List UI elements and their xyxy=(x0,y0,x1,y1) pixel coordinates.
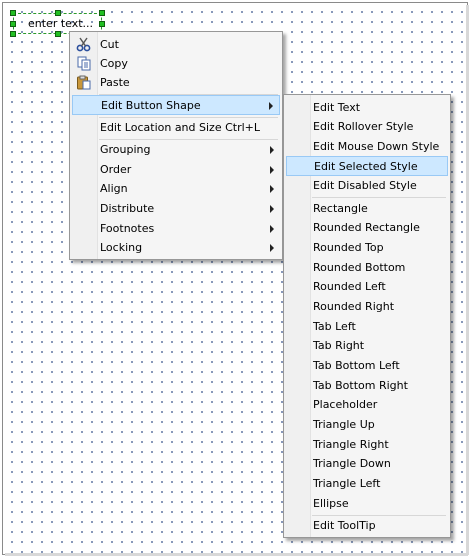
menu-item-shortcut: Ctrl+L xyxy=(225,121,260,134)
menu-item-paste[interactable]: Paste xyxy=(72,73,280,92)
submenu-item-label: Tab Bottom Right xyxy=(313,379,408,392)
resize-handle-bottom[interactable] xyxy=(55,31,61,37)
menu-item-edit-button-shape[interactable]: Edit Button Shape xyxy=(72,95,280,115)
submenu-item-label: Rounded Bottom xyxy=(313,261,406,274)
resize-handle-top[interactable] xyxy=(55,10,61,16)
menu-item-copy-label: Copy xyxy=(100,57,128,70)
resize-handle-right[interactable] xyxy=(99,21,105,27)
submenu-item-label: Rounded Top xyxy=(313,241,384,254)
resize-handle-top-left[interactable] xyxy=(10,10,16,16)
submenu-item-rounded-left[interactable]: Rounded Left xyxy=(286,277,448,296)
submenu-item-label: Rounded Rectangle xyxy=(313,221,420,234)
canvas-shadow-right xyxy=(466,5,469,555)
menu-item-distribute-label: Distribute xyxy=(100,202,155,215)
button-shape-text: enter text... xyxy=(28,17,94,30)
submenu-item-label: Placeholder xyxy=(313,398,378,411)
submenu-item-edit-tooltip[interactable]: Edit ToolTip xyxy=(286,516,448,535)
menu-item-order[interactable]: Order xyxy=(72,160,280,179)
submenu-item-tab-bottom-left[interactable]: Tab Bottom Left xyxy=(286,356,448,375)
submenu-item-label: Edit Selected Style xyxy=(314,160,418,173)
submenu-item-edit-text[interactable]: Edit Text xyxy=(286,98,448,117)
submenu-arrow-icon xyxy=(269,102,273,110)
menu-item-order-label: Order xyxy=(100,163,132,176)
submenu-arrow-icon xyxy=(270,205,274,213)
menu-separator xyxy=(312,197,446,198)
submenu-item-label: Triangle Up xyxy=(313,418,375,431)
menu-item-paste-label: Paste xyxy=(100,76,130,89)
submenu-item-rounded-rectangle[interactable]: Rounded Rectangle xyxy=(286,218,448,237)
submenu-item-tab-bottom-right[interactable]: Tab Bottom Right xyxy=(286,376,448,395)
submenu-item-label: Triangle Right xyxy=(313,438,389,451)
menu-item-edit-button-shape-label: Edit Button Shape xyxy=(101,99,201,112)
menu-item-align[interactable]: Align xyxy=(72,179,280,198)
submenu-item-label: Triangle Left xyxy=(313,477,381,490)
submenu-item-label: Tab Bottom Left xyxy=(313,359,400,372)
submenu-item-rounded-bottom[interactable]: Rounded Bottom xyxy=(286,258,448,277)
paste-icon xyxy=(76,75,92,90)
submenu-item-placeholder[interactable]: Placeholder xyxy=(286,395,448,414)
menu-item-locking[interactable]: Locking xyxy=(72,238,280,257)
resize-handle-top-right[interactable] xyxy=(99,10,105,16)
submenu-item-label: Edit Rollover Style xyxy=(313,120,414,133)
submenu-arrow-icon xyxy=(270,244,274,252)
submenu-item-label: Edit ToolTip xyxy=(313,519,376,532)
submenu-item-label: Rectangle xyxy=(313,202,368,215)
submenu-item-label: Edit Text xyxy=(313,101,361,114)
submenu-item-edit-rollover-style[interactable]: Edit Rollover Style xyxy=(286,117,448,136)
submenu-item-label: Tab Left xyxy=(313,320,356,333)
menu-item-footnotes[interactable]: Footnotes xyxy=(72,219,280,238)
submenu-item-label: Edit Mouse Down Style xyxy=(313,140,440,153)
submenu-item-label: Rounded Left xyxy=(313,280,386,293)
submenu-arrow-icon xyxy=(270,225,274,233)
menu-item-locking-label: Locking xyxy=(100,241,143,254)
submenu-item-rounded-right[interactable]: Rounded Right xyxy=(286,297,448,316)
submenu-item-tab-right[interactable]: Tab Right xyxy=(286,336,448,355)
submenu-item-triangle-up[interactable]: Triangle Up xyxy=(286,415,448,434)
submenu-item-label: Rounded Right xyxy=(313,300,395,313)
menu-item-distribute[interactable]: Distribute xyxy=(72,199,280,218)
menu-item-grouping-label: Grouping xyxy=(100,143,151,156)
submenu-item-label: Edit Disabled Style xyxy=(313,179,417,192)
submenu-item-label: Ellipse xyxy=(313,497,349,510)
submenu-item-triangle-right[interactable]: Triangle Right xyxy=(286,435,448,454)
resize-handle-left[interactable] xyxy=(10,21,16,27)
submenu-arrow-icon xyxy=(270,185,274,193)
submenu-arrow-icon xyxy=(270,146,274,154)
submenu-arrow-icon xyxy=(270,166,274,174)
submenu-item-triangle-down[interactable]: Triangle Down xyxy=(286,454,448,473)
submenu-item-edit-selected-style[interactable]: Edit Selected Style xyxy=(286,156,448,176)
submenu-item-edit-disabled-style[interactable]: Edit Disabled Style xyxy=(286,176,448,195)
submenu-item-triangle-left[interactable]: Triangle Left xyxy=(286,474,448,493)
canvas-shadow xyxy=(5,553,468,556)
edit-button-shape-submenu: Edit Text Edit Rollover Style Edit Mouse… xyxy=(283,94,451,538)
menu-item-footnotes-label: Footnotes xyxy=(100,222,155,235)
submenu-item-label: Tab Right xyxy=(313,339,365,352)
menu-item-edit-location-size[interactable]: Edit Location and Size Ctrl+L xyxy=(72,118,280,137)
context-menu: Cut Copy Paste Edit Button Shape Edit Lo… xyxy=(69,31,283,260)
resize-handle-bottom-left[interactable] xyxy=(10,31,16,37)
submenu-item-rounded-top[interactable]: Rounded Top xyxy=(286,238,448,257)
submenu-item-rectangle[interactable]: Rectangle xyxy=(286,199,448,218)
menu-item-cut[interactable]: Cut xyxy=(72,35,280,54)
menu-item-grouping[interactable]: Grouping xyxy=(72,140,280,159)
scissors-icon xyxy=(76,37,92,52)
submenu-item-ellipse[interactable]: Ellipse xyxy=(286,494,448,513)
menu-item-align-label: Align xyxy=(100,182,128,195)
submenu-item-label: Triangle Down xyxy=(313,457,391,470)
submenu-item-edit-mouse-down-style[interactable]: Edit Mouse Down Style xyxy=(286,137,448,156)
menu-item-copy[interactable]: Copy xyxy=(72,54,280,73)
copy-icon xyxy=(76,56,92,71)
submenu-item-tab-left[interactable]: Tab Left xyxy=(286,317,448,336)
menu-item-edit-location-label: Edit Location and Size xyxy=(100,121,222,134)
menu-item-cut-label: Cut xyxy=(100,38,119,51)
